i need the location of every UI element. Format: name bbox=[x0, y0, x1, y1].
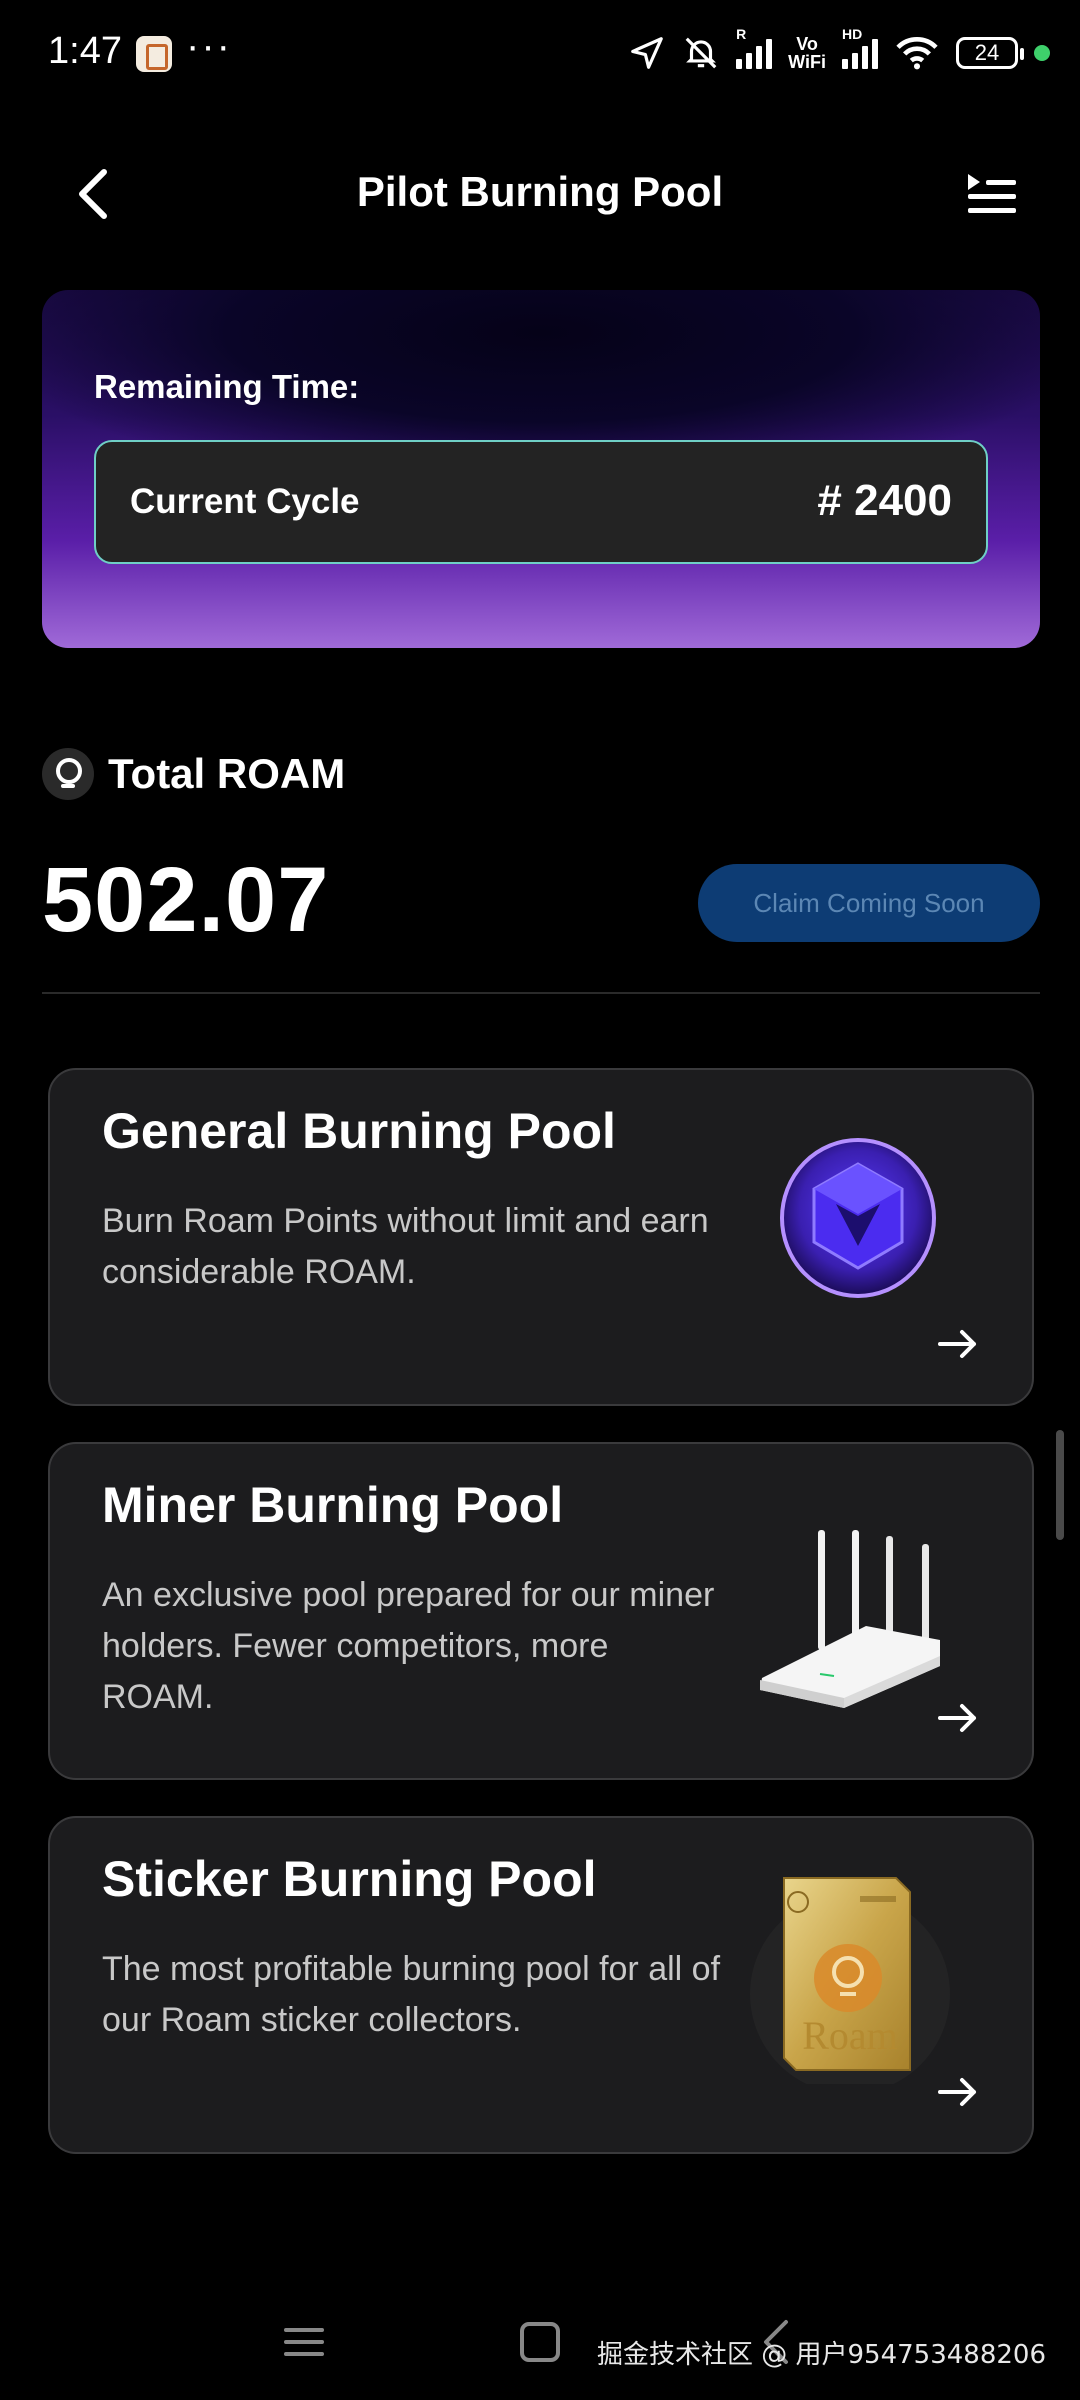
signal-2-icon: HD bbox=[842, 27, 878, 73]
status-icons: R Vo WiFi HD 24 bbox=[628, 27, 1050, 78]
current-cycle-box: Current Cycle # 2400 bbox=[94, 440, 988, 564]
menu-nav-button[interactable] bbox=[274, 2312, 334, 2372]
general-pool-card[interactable]: General Burning Pool Burn Roam Points wi… bbox=[48, 1068, 1034, 1406]
scrollbar[interactable] bbox=[1056, 1430, 1064, 1540]
vo-label: Vo bbox=[796, 34, 818, 54]
watermark: 掘金技术社区 @ 用户954753488206 bbox=[596, 2340, 1046, 2370]
sticker-roam-text: Roam bbox=[802, 2013, 898, 2058]
header: Pilot Burning Pool bbox=[0, 150, 1080, 240]
location-icon bbox=[628, 33, 666, 73]
pool-title: Sticker Burning Pool bbox=[102, 1851, 597, 1907]
more-notifications-icon: ··· bbox=[186, 24, 232, 68]
privacy-indicator-icon bbox=[1034, 45, 1050, 61]
claim-button[interactable]: Claim Coming Soon bbox=[698, 864, 1040, 942]
current-cycle-value: # 2400 bbox=[817, 476, 952, 525]
hd-label: HD bbox=[842, 26, 863, 42]
arrow-right-icon[interactable] bbox=[938, 1328, 978, 1360]
miner-pool-card[interactable]: Miner Burning Pool An exclusive pool pre… bbox=[48, 1442, 1034, 1780]
home-nav-button[interactable] bbox=[510, 2312, 570, 2372]
wifi-icon bbox=[894, 33, 940, 73]
roaming-label: R bbox=[736, 26, 747, 42]
cycle-card: Remaining Time: Current Cycle # 2400 bbox=[42, 290, 1040, 648]
total-roam-label: Total ROAM bbox=[108, 750, 346, 797]
purple-cube-coin-icon bbox=[778, 1134, 938, 1298]
pool-description: An exclusive pool prepared for our miner… bbox=[102, 1576, 715, 1716]
total-roam-header: Total ROAM bbox=[42, 746, 345, 802]
signal-1-icon: R bbox=[736, 27, 773, 73]
gold-sticker-card-image: Roam bbox=[750, 1854, 950, 2094]
menu-button[interactable] bbox=[964, 170, 1020, 220]
page-title: Pilot Burning Pool bbox=[356, 168, 724, 215]
sticker-pool-card[interactable]: Sticker Burning Pool The most profitable… bbox=[48, 1816, 1034, 2154]
remaining-time-label: Remaining Time: bbox=[94, 368, 360, 405]
total-roam-value: 502.07 bbox=[42, 849, 330, 951]
pool-description: Burn Roam Points without limit and earn … bbox=[102, 1202, 709, 1291]
hamburger-icon bbox=[284, 2328, 324, 2356]
divider bbox=[42, 992, 1040, 994]
app-notification-icon bbox=[136, 36, 172, 72]
mute-bell-icon bbox=[682, 33, 720, 73]
home-square-icon bbox=[520, 2322, 560, 2362]
roam-logo-icon bbox=[42, 748, 94, 800]
pool-title: Miner Burning Pool bbox=[102, 1477, 564, 1533]
playlist-menu-icon bbox=[968, 174, 1016, 213]
status-bar: 1:47 ··· R Vo WiFi HD 24 bbox=[0, 0, 1080, 110]
vowifi-icon: Vo WiFi bbox=[788, 33, 826, 73]
pool-title: General Burning Pool bbox=[102, 1103, 616, 1159]
router-image bbox=[750, 1530, 960, 1710]
current-cycle-label: Current Cycle bbox=[130, 482, 360, 521]
battery-icon: 24 bbox=[956, 37, 1024, 69]
arrow-right-icon[interactable] bbox=[938, 1702, 978, 1734]
wifi-call-label: WiFi bbox=[788, 52, 826, 72]
battery-level: 24 bbox=[974, 40, 1000, 65]
arrow-right-icon[interactable] bbox=[938, 2076, 978, 2108]
pool-description: The most profitable burning pool for all… bbox=[102, 1950, 721, 2039]
status-time: 1:47 bbox=[48, 30, 122, 72]
